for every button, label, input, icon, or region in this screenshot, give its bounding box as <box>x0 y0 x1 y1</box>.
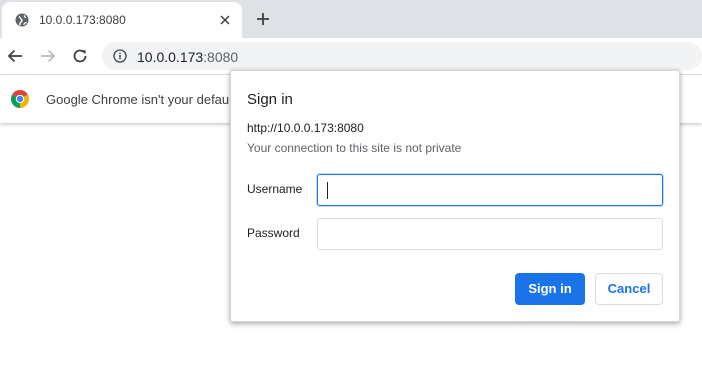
connection-warning: Your connection to this site is not priv… <box>247 141 462 155</box>
cancel-button[interactable]: Cancel <box>595 273 663 305</box>
username-label: Username <box>247 182 303 196</box>
url-text: 10.0.0.173:8080 <box>137 49 238 65</box>
text-cursor <box>327 182 328 199</box>
password-field[interactable] <box>317 218 663 250</box>
password-label: Password <box>247 226 300 240</box>
close-icon[interactable] <box>219 14 231 26</box>
tab-title: 10.0.0.173:8080 <box>39 13 126 27</box>
sign-in-dialog: Sign in http://10.0.0.173:8080 Your conn… <box>230 70 680 322</box>
chrome-logo-icon <box>11 90 29 108</box>
back-arrow-icon[interactable] <box>6 47 24 65</box>
dialog-title: Sign in <box>247 91 293 108</box>
tab-strip: 10.0.0.173:8080 <box>0 0 702 38</box>
new-tab-icon[interactable] <box>256 12 270 26</box>
info-icon[interactable] <box>113 49 127 63</box>
globe-icon <box>15 13 29 27</box>
infobar-message: Google Chrome isn't your defaul <box>46 92 233 107</box>
dialog-origin: http://10.0.0.173:8080 <box>247 121 364 135</box>
address-bar[interactable]: 10.0.0.173:8080 <box>102 42 702 70</box>
toolbar: 10.0.0.173:8080 <box>0 38 702 74</box>
url-port: :8080 <box>203 49 239 65</box>
reload-icon[interactable] <box>71 47 89 65</box>
sign-in-button[interactable]: Sign in <box>515 273 585 305</box>
url-host: 10.0.0.173 <box>137 49 204 65</box>
forward-arrow-icon[interactable] <box>39 47 57 65</box>
tab-active[interactable]: 10.0.0.173:8080 <box>2 2 242 38</box>
username-field[interactable] <box>317 174 663 206</box>
